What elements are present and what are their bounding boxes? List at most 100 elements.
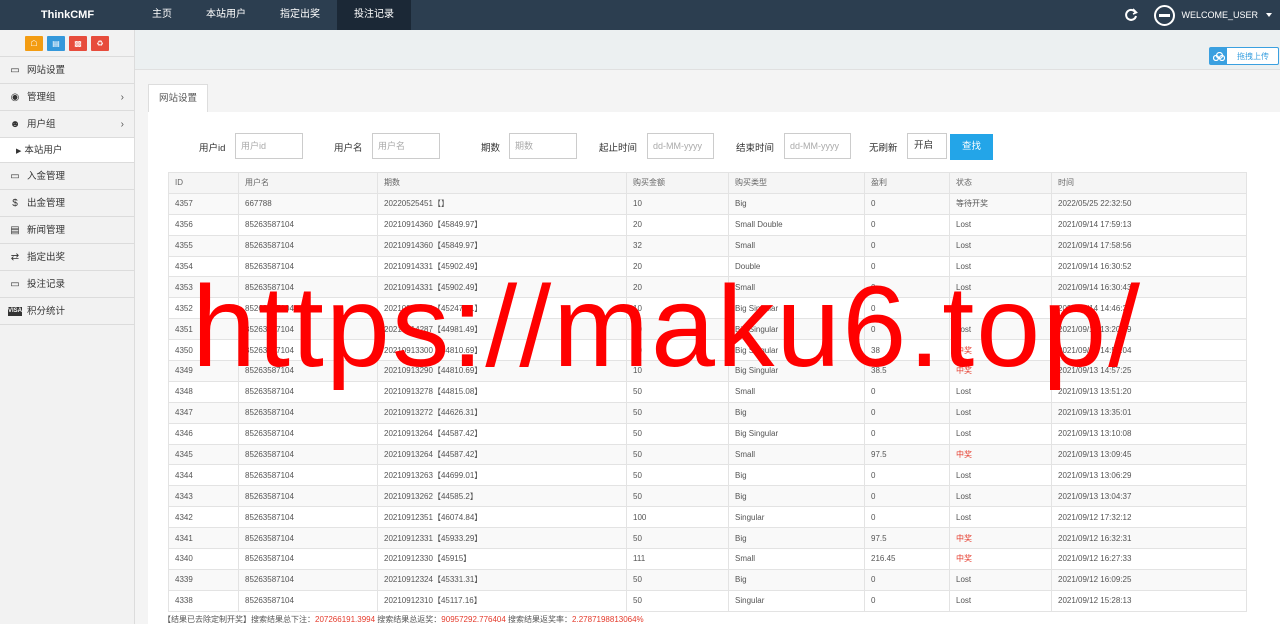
search-button[interactable]: 查找	[950, 134, 993, 160]
nav-item-bet-records[interactable]: 投注记录	[337, 0, 411, 30]
table-cell: 20210912310【45117.16】	[377, 589, 627, 612]
sidebar-subitem-site-users[interactable]: ▶ 本站用户	[0, 138, 134, 163]
drag-upload-button[interactable]: 拖拽上传	[1209, 47, 1279, 65]
end-time-label: 结束时间	[736, 143, 775, 154]
table-cell: 85263587104	[238, 401, 378, 424]
sidebar-item-news[interactable]: ▤ 新闻管理	[0, 217, 134, 244]
user-id-label: 用户id	[199, 143, 226, 154]
sidebar-item-assign-prize[interactable]: ⇄ 指定出奖	[0, 244, 134, 271]
user-id-input[interactable]	[235, 133, 303, 159]
sidebar-item-points-stats[interactable]: VISA 积分统计	[0, 298, 134, 325]
table-row[interactable]: 4348 85263587104 20210913278【44815.08】 50 Sm…	[168, 380, 1247, 403]
table-cell: 4355	[168, 234, 239, 257]
table-cell: 0	[864, 276, 950, 299]
sidebar-item-site-settings[interactable]: ▭ 网站设置	[0, 57, 134, 84]
table-row[interactable]: 4346 85263587104 20210913264【44587.42】 50 Bi…	[168, 422, 1247, 445]
nav-item-users[interactable]: 本站用户	[189, 0, 263, 30]
avatar[interactable]	[1154, 4, 1176, 26]
sidebar-item-withdraw[interactable]: $ 出金管理	[0, 190, 134, 217]
exchange-icon: ⇄	[10, 252, 20, 263]
table-cell: 50	[626, 464, 729, 487]
table-row[interactable]: 4344 85263587104 20210913263【44699.01】 50 Bi…	[168, 464, 1247, 487]
table-cell: 20210913262【44585.2】	[377, 485, 627, 508]
sidebar-item-label: 投注记录	[27, 279, 66, 291]
table-row[interactable]: 4342 85263587104 20210912351【46074.84】 100 S…	[168, 506, 1247, 529]
table-cell: 32	[626, 234, 729, 257]
table-cell: Lost	[949, 255, 1052, 278]
sidebar-item-deposit[interactable]: ▭ 入金管理	[0, 163, 134, 190]
monitor-icon: ▭	[10, 279, 20, 290]
table-cell: 85263587104	[238, 380, 378, 403]
sidebar-item-admin-group[interactable]: ◉ 管理组 ›	[0, 84, 134, 111]
sidebar: ☖ ▤ ▩ ♻ ▭ 网站设置 ◉ 管理组 › ☻ 用户组 › ▶ 本站用户 ▭ 入金管理 …	[0, 30, 135, 624]
document-icon[interactable]: ▤	[47, 35, 65, 51]
table-row[interactable]: 4352 85263587104 20210914296【45247.21】 10 Bi…	[168, 297, 1247, 320]
tab-site-settings[interactable]: 网站设置	[148, 84, 209, 112]
table-cell: Lost	[949, 485, 1052, 508]
table-cell: 10	[626, 297, 729, 320]
table-row[interactable]: 4353 85263587104 20210914331【45902.49】 20 Sm…	[168, 276, 1247, 299]
table-cell: 85263587104	[238, 422, 378, 445]
table-cell: 4340	[168, 548, 239, 570]
table-row[interactable]: 4339 85263587104 20210912324【45331.31】 50 Bi…	[168, 568, 1247, 591]
table-cell: 中奖	[949, 339, 1052, 362]
table-row[interactable]: 4345 85263587104 20210913264【44587.42】 50 Sm…	[168, 443, 1247, 466]
table-cell: 85263587104	[238, 527, 378, 550]
period-input[interactable]	[509, 133, 577, 159]
search-summary: 【结果已去除定制开奖】搜索结果总下注：207266191.3994 搜索结果总返…	[163, 614, 644, 624]
sidebar-item-bet-records[interactable]: ▭ 投注记录	[0, 271, 134, 298]
table-row[interactable]: 4343 85263587104 20210913262【44585.2】 50 Big…	[168, 485, 1247, 508]
sidebar-item-label: 管理组	[27, 92, 56, 104]
nav-item-assign-prize[interactable]: 指定出奖	[263, 0, 337, 30]
sidebar-item-label: 指定出奖	[27, 252, 66, 264]
table-row[interactable]: 4341 85263587104 20210912331【45933.29】 50 Bi…	[168, 527, 1247, 550]
sidebar-item-label: 本站用户	[24, 145, 63, 156]
table-row[interactable]: 4354 85263587104 20210914331【45902.49】 20 Do…	[168, 255, 1247, 278]
start-time-input[interactable]	[647, 133, 714, 159]
table-cell: 50	[626, 422, 729, 445]
table-cell: 4352	[168, 297, 239, 320]
table-cell: 50	[626, 527, 729, 550]
username-input[interactable]	[372, 133, 440, 159]
table-cell: 20	[626, 276, 729, 299]
table-cell: 2021/09/12 16:09:25	[1051, 568, 1247, 591]
home-icon[interactable]: ☖	[25, 35, 43, 51]
brand-logo[interactable]: ThinkCMF	[0, 0, 135, 30]
end-time-input[interactable]	[784, 133, 851, 159]
welcome-user[interactable]: WELCOME_USER	[1181, 10, 1258, 20]
caret-right-icon: ▶	[16, 148, 22, 155]
nav-item-home[interactable]: 主页	[135, 0, 189, 30]
sidebar-item-user-group[interactable]: ☻ 用户组 ›	[0, 111, 134, 138]
column-header: 期数	[377, 172, 627, 194]
table-row[interactable]: 4349 85263587104 20210913290【44810.69】 10 Bi…	[168, 360, 1247, 382]
table-row[interactable]: 4356 85263587104 20210914360【45849.97】 20 Sm…	[168, 213, 1247, 236]
column-header: 状态	[949, 172, 1052, 194]
table-row[interactable]: 4355 85263587104 20210914360【45849.97】 32 Sm…	[168, 234, 1247, 257]
dollar-icon: $	[12, 198, 18, 209]
nav-right: WELCOME_USER	[1124, 0, 1280, 30]
table-row[interactable]: 4338 85263587104 20210912310【45117.16】 50 Si…	[168, 589, 1247, 612]
recycle-icon[interactable]: ♻	[91, 35, 109, 51]
table-cell: Big	[728, 464, 865, 487]
table-row[interactable]: 4350 85263587104 20210913300【44810.69】 10 Bi…	[168, 339, 1247, 362]
table-cell: 50	[626, 443, 729, 466]
table-cell: 10	[626, 318, 729, 341]
username-label: 用户名	[334, 143, 363, 154]
no-refresh-select[interactable]: 开启	[907, 133, 947, 159]
table-row[interactable]: 4351 85263587104 20210914287【44981.49】 10 Bi…	[168, 318, 1247, 341]
table-cell: 4357	[168, 192, 239, 215]
table-row[interactable]: 4347 85263587104 20210913272【44626.31】 50 Bi…	[168, 401, 1247, 424]
table-cell: 38	[864, 339, 950, 362]
chevron-down-icon[interactable]	[1266, 13, 1272, 17]
table-cell: Big	[728, 401, 865, 424]
table-cell: 20210913272【44626.31】	[377, 401, 627, 424]
table-cell: Small	[728, 548, 865, 570]
column-header: 购买类型	[728, 172, 865, 194]
table-cell: Small	[728, 443, 865, 466]
tab-bar: 网站设置	[148, 84, 209, 112]
table-cell: 0	[864, 234, 950, 257]
trash-icon[interactable]: ▩	[69, 35, 87, 51]
table-row[interactable]: 4340 85263587104 20210912330【45915】 111 Smal…	[168, 548, 1247, 570]
refresh-icon[interactable]	[1124, 8, 1139, 22]
table-row[interactable]: 4357 667788 20220525451【】 10 Big 0 等待开奖 2022/05…	[168, 192, 1247, 215]
